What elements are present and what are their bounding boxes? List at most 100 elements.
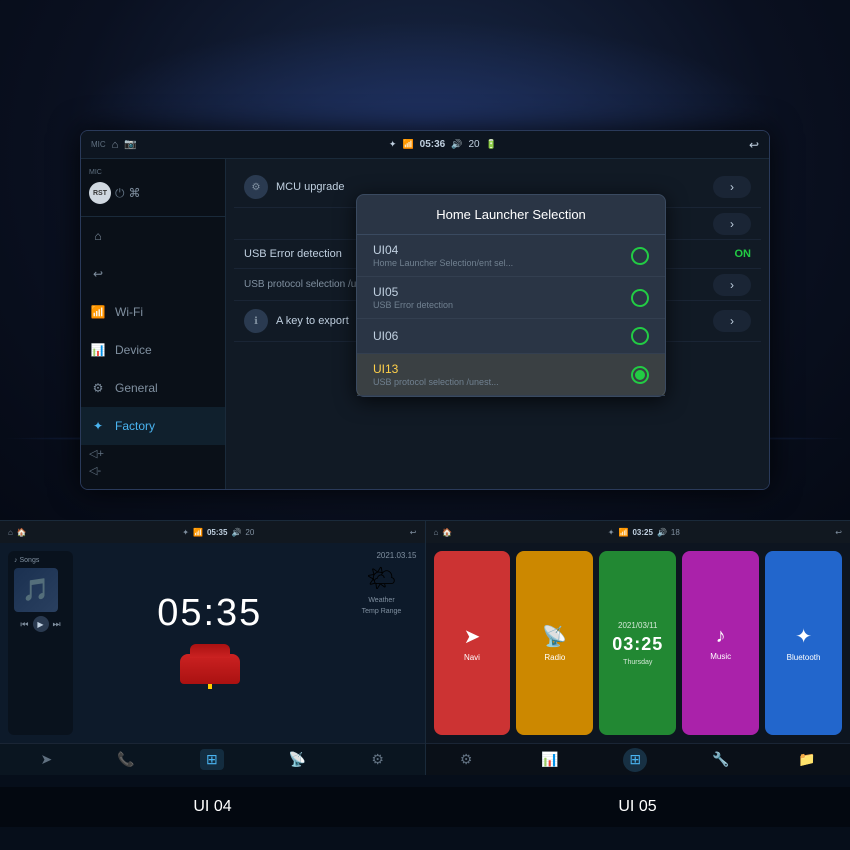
album-note-icon: 🎵 xyxy=(22,577,49,603)
volume-down-icon[interactable]: ◁- xyxy=(81,462,225,479)
ui04-date: 2021.03.15 xyxy=(347,551,417,560)
wifi-label: Wi-Fi xyxy=(115,305,143,319)
dialog-option-ui06[interactable]: UI06 xyxy=(357,319,665,354)
ui05-content: ➤ Navi 📡 Radio 2021/03/11 03:25 Thursday xyxy=(426,543,850,775)
rst-button[interactable]: RST ⏻ ⌘ xyxy=(81,178,225,208)
camera-icon[interactable]: 📷 xyxy=(124,139,136,150)
ui06-radio[interactable] xyxy=(631,327,649,345)
ui13-radio[interactable] xyxy=(631,366,649,384)
rst-circle: RST xyxy=(89,182,111,204)
prev-icon[interactable]: ⏮ xyxy=(20,619,28,630)
ui05-apps-grid: ➤ Navi 📡 Radio 2021/03/11 03:25 Thursday xyxy=(426,543,850,743)
ui05-bt-icon: ✦ xyxy=(608,528,615,537)
app-tile-navi[interactable]: ➤ Navi xyxy=(434,551,511,735)
sidebar-item-back[interactable]: ↩ xyxy=(81,255,225,293)
bottom-section: ⌂ 🏠 ✦ 📶 05:35 🔊 20 ↩ xyxy=(0,520,850,850)
sidebar-item-factory[interactable]: ✦ Factory xyxy=(81,407,225,445)
ui05-nav-stats[interactable]: 📊 xyxy=(537,747,562,772)
ui04-nav-phone[interactable]: 📞 xyxy=(117,751,134,768)
export-chevron[interactable]: › xyxy=(713,310,751,332)
ui13-label: UI13 xyxy=(373,362,499,376)
ui04-option-text: UI04 Home Launcher Selection/ent sel... xyxy=(373,243,513,268)
album-art[interactable]: 🎵 xyxy=(14,568,58,612)
ui05-radio[interactable] xyxy=(631,289,649,307)
ui04-radio[interactable] xyxy=(631,247,649,265)
export-left: ℹ A key to export xyxy=(244,309,349,333)
topbar-center: ✦ 📶 05:36 🔊 20 🔋 xyxy=(389,139,497,150)
ui04-back-icon[interactable]: ↩ xyxy=(410,528,417,537)
ui04-screen: ⌂ 🏠 ✦ 📶 05:35 🔊 20 ↩ xyxy=(0,520,426,775)
row4-chevron[interactable]: › xyxy=(713,274,751,296)
usb-error-on-badge: ON xyxy=(735,248,752,260)
ui04-label: UI04 xyxy=(373,243,513,257)
home-icon[interactable]: ⌂ xyxy=(112,139,119,151)
screen-labels-row: UI 04 UI 05 xyxy=(0,787,850,827)
next-icon[interactable]: ⏭ xyxy=(53,619,61,630)
mcu-chevron[interactable]: › xyxy=(713,176,751,198)
navi-icon: ➤ xyxy=(464,624,481,649)
dialog-option-ui04[interactable]: UI04 Home Launcher Selection/ent sel... xyxy=(357,235,665,277)
mic-label: MIC xyxy=(91,140,106,149)
dialog-option-ui05[interactable]: UI05 USB Error detection xyxy=(357,277,665,319)
sidebar-item-general[interactable]: ⚙ General xyxy=(81,369,225,407)
ui05-nav-settings[interactable]: ⚙ xyxy=(456,747,477,772)
ui05-topbar-center: ✦ 📶 03:25 🔊 18 xyxy=(608,528,680,537)
rst-label: RST xyxy=(93,190,107,197)
ui05-nav-folder[interactable]: 📁 xyxy=(794,747,819,772)
dialog-title: Home Launcher Selection xyxy=(357,195,665,235)
ui05-nav-grid[interactable]: ⊞ xyxy=(623,748,647,772)
ui04-volume-icon: 🔊 xyxy=(231,528,241,537)
sidebar-item-home[interactable]: ⌂ xyxy=(81,217,225,255)
app-tile-clock[interactable]: 2021/03/11 03:25 Thursday xyxy=(599,551,676,735)
ui04-time-panel: 05:35 xyxy=(81,551,339,735)
ui04-nav-settings[interactable]: ⚙ xyxy=(371,751,384,768)
home-launcher-dialog: Home Launcher Selection UI04 Home Launch… xyxy=(356,194,666,397)
ui04-screen-label: UI 04 xyxy=(0,787,425,827)
back-button[interactable]: ↩ xyxy=(749,138,759,152)
weather-icon: 🌤 xyxy=(347,564,417,593)
ui04-wifi-icon: 📶 xyxy=(193,528,203,537)
screen-topbar: MIC ⌂ 📷 ✦ 📶 05:36 🔊 20 🔋 ↩ xyxy=(81,131,769,159)
sidebar-item-wifi[interactable]: 📶 Wi-Fi xyxy=(81,293,225,331)
ui05-house-icon: 🏠 xyxy=(442,528,452,537)
ui06-option-text: UI06 xyxy=(373,329,398,343)
ui05-battery: 18 xyxy=(671,528,680,537)
app-tile-bluetooth[interactable]: ✦ Bluetooth xyxy=(765,551,842,735)
general-nav-icon: ⚙ xyxy=(89,379,107,397)
music-songs-label: Songs xyxy=(20,557,40,564)
ui05-topbar-right: ↩ xyxy=(835,528,842,537)
ui05-topbar-left: ⌂ 🏠 xyxy=(434,528,453,537)
user-nav-icon: 👥 xyxy=(89,489,107,490)
row2-chevron[interactable]: › xyxy=(713,213,751,235)
music-label: ♪ Songs xyxy=(14,557,67,564)
ui04-nav-signal[interactable]: 📡 xyxy=(289,751,306,768)
music-controls: ⏮ ▶ ⏭ xyxy=(14,616,67,632)
ui05-wifi-icon: 📶 xyxy=(619,528,629,537)
ui04-sublabel: Home Launcher Selection/ent sel... xyxy=(373,258,513,268)
play-button[interactable]: ▶ xyxy=(33,616,49,632)
topbar-right: ↩ xyxy=(749,138,759,152)
ui05-screen-label: UI 05 xyxy=(425,787,850,827)
ui05-topbar: ⌂ 🏠 ✦ 📶 03:25 🔊 18 ↩ xyxy=(426,521,850,543)
ui04-nav-grid[interactable]: ⊞ xyxy=(200,749,224,770)
radio-label: Radio xyxy=(544,653,565,662)
battery-icon: 🔋 xyxy=(486,139,497,150)
app-tile-radio[interactable]: 📡 Radio xyxy=(516,551,593,735)
app-tile-music[interactable]: ♪ Music xyxy=(682,551,759,735)
volume-up-icon[interactable]: ◁+ xyxy=(81,445,225,462)
ui04-topbar: ⌂ 🏠 ✦ 📶 05:35 🔊 20 ↩ xyxy=(0,521,425,543)
ui13-sublabel: USB protocol selection /unest... xyxy=(373,377,499,387)
ui05-navbar: ⚙ 📊 ⊞ 🔧 📁 xyxy=(426,743,850,775)
ui05-nav-wrench[interactable]: 🔧 xyxy=(708,747,733,772)
usb-error-label: USB Error detection xyxy=(244,248,342,260)
sidebar-item-device[interactable]: 📊 Device xyxy=(81,331,225,369)
sidebar-item-user[interactable]: 👥 User xyxy=(81,479,225,490)
dialog-option-ui13[interactable]: UI13 USB protocol selection /unest... xyxy=(357,354,665,396)
home-nav-icon: ⌂ xyxy=(89,227,107,245)
power-icon: ⏻ xyxy=(115,186,125,201)
ui04-nav-arrow[interactable]: ➤ xyxy=(41,751,53,768)
bluetooth-label: Bluetooth xyxy=(787,653,821,662)
ui05-back-icon[interactable]: ↩ xyxy=(835,528,842,537)
ui04-house-icon: 🏠 xyxy=(17,528,27,537)
clock-date: 2021/03/11 xyxy=(618,621,657,630)
